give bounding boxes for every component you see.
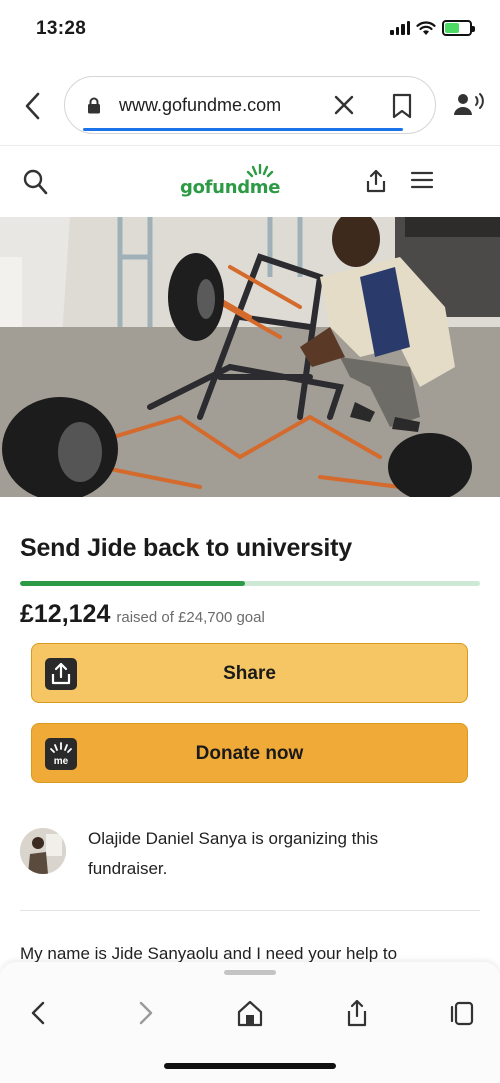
reader-mode-icon[interactable]	[452, 90, 486, 120]
page-load-progress	[83, 128, 403, 131]
address-bar[interactable]: www.gofundme.com	[64, 76, 436, 134]
tabs-icon[interactable]	[448, 998, 478, 1028]
story-text: My name is Jide Sanyaolu and I need your…	[20, 944, 398, 963]
raised-summary: £12,124 raised of £24,700 goal	[20, 600, 265, 629]
lock-icon	[88, 97, 100, 114]
toolbar-grabber[interactable]	[224, 970, 276, 975]
search-icon[interactable]	[22, 168, 48, 196]
bookmark-icon[interactable]	[391, 93, 413, 119]
status-time: 13:28	[36, 18, 87, 39]
campaign-photo	[0, 217, 500, 497]
fundraising-progress-bar	[20, 581, 480, 586]
logo-text: gofundme	[180, 177, 281, 198]
donate-now-button[interactable]: me Donate now	[31, 723, 468, 783]
organizer-info: Olajide Daniel Sanya is organizing this …	[20, 824, 480, 884]
menu-icon[interactable]	[410, 170, 434, 190]
back-icon[interactable]	[24, 998, 54, 1028]
site-header: gofundme	[0, 145, 500, 217]
clear-icon[interactable]	[331, 91, 357, 119]
home-indicator[interactable]	[164, 1063, 336, 1069]
raised-amount: £12,124	[20, 600, 111, 628]
gofundme-logo[interactable]: gofundme	[180, 164, 281, 198]
fundraising-progress-fill	[20, 581, 246, 586]
donate-button-label: Donate now	[195, 743, 304, 764]
status-bar: 13:28	[0, 0, 500, 62]
signal-icon	[390, 21, 410, 35]
url-text[interactable]: www.gofundme.com	[119, 95, 281, 116]
forward-icon[interactable]	[130, 998, 160, 1028]
share-icon[interactable]	[342, 998, 372, 1028]
home-icon[interactable]	[235, 998, 265, 1028]
organizer-avatar[interactable]	[20, 828, 66, 874]
raised-goal-text: raised of £24,700 goal	[116, 609, 265, 626]
back-icon[interactable]	[18, 88, 48, 124]
status-icons	[390, 20, 475, 36]
share-icon[interactable]	[365, 168, 387, 194]
section-divider	[20, 910, 480, 911]
campaign-title: Send Jide back to university	[20, 534, 353, 562]
share-button[interactable]: Share	[31, 643, 468, 703]
logo-rays-icon	[246, 164, 274, 178]
organizer-text: Olajide Daniel Sanya is organizing this …	[88, 829, 379, 878]
browser-address-row: www.gofundme.com	[0, 72, 500, 140]
battery-charging-icon	[442, 20, 475, 36]
wifi-icon	[416, 20, 436, 35]
share-button-label: Share	[223, 663, 276, 684]
